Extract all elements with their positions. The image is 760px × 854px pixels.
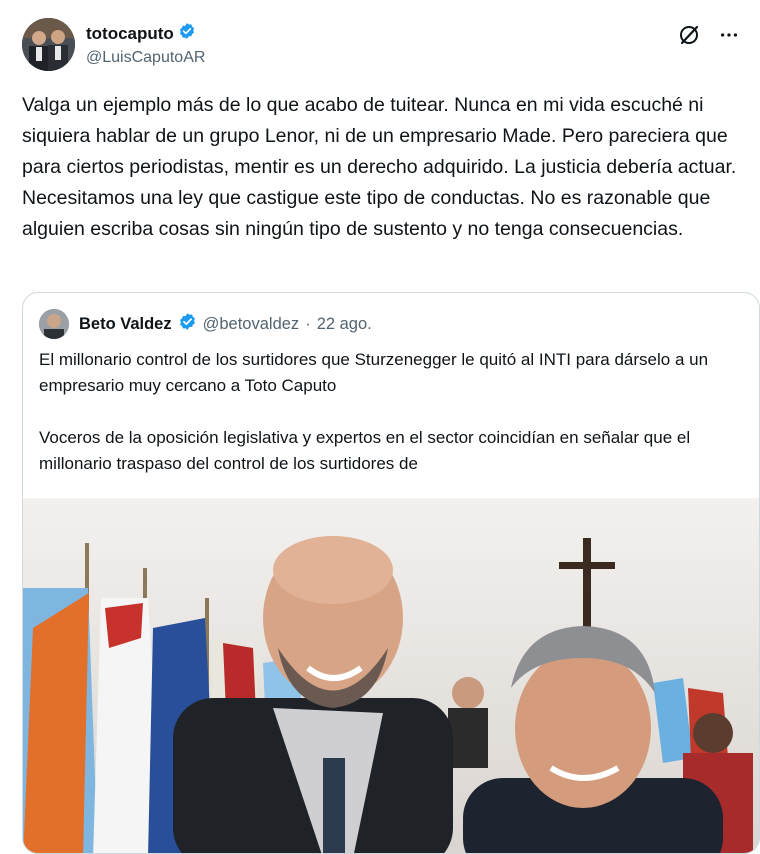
quoted-author-avatar[interactable]	[39, 309, 69, 339]
quoted-paragraph-2: Voceros de la oposición legislativa y ex…	[39, 428, 691, 473]
quoted-paragraph-1: El millonario control de los surtidores …	[39, 350, 709, 395]
quoted-text: El millonario control de los surtidores …	[39, 347, 739, 503]
tweet-actions	[676, 22, 742, 48]
quoted-header: Beto Valdez @betovaldez · 22 ago.	[39, 309, 372, 339]
quoted-separator: ·	[305, 314, 311, 333]
author-display-name[interactable]: totocaputo	[86, 24, 174, 44]
tweet-header: totocaputo @LuisCaputoAR	[22, 18, 742, 74]
quoted-date[interactable]: 22 ago.	[317, 315, 372, 334]
quoted-tweet[interactable]: Beto Valdez @betovaldez · 22 ago. El mil…	[22, 292, 760, 854]
author-name-block[interactable]: totocaputo @LuisCaputoAR	[86, 22, 205, 69]
author-handle[interactable]: @LuisCaputoAR	[86, 47, 205, 69]
quoted-photo[interactable]	[23, 498, 759, 853]
quoted-display-name[interactable]: Beto Valdez	[79, 315, 172, 334]
grok-icon[interactable]	[676, 22, 702, 48]
tweet-text: Valga un ejemplo más de lo que acabo de …	[22, 94, 737, 240]
verified-badge-icon	[178, 22, 196, 45]
quoted-handle[interactable]: @betovaldez	[203, 315, 300, 334]
quoted-verified-badge-icon	[178, 312, 197, 336]
author-avatar[interactable]	[22, 18, 75, 71]
more-options-icon[interactable]	[716, 22, 742, 48]
